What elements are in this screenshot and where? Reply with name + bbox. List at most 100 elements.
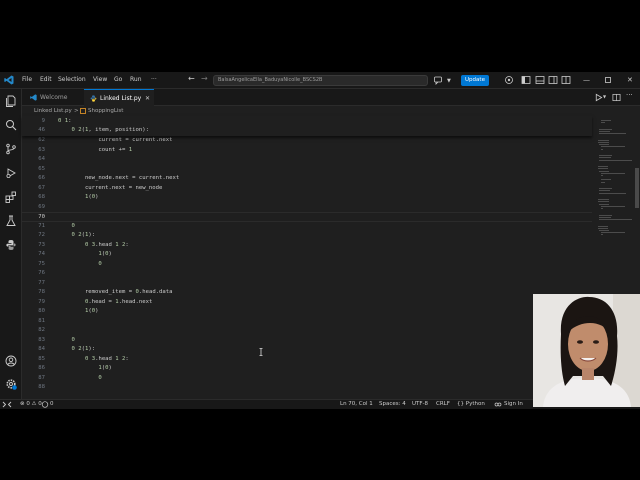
code-line[interactable]: 70 [22,212,592,222]
toggle-primary-sidebar-icon[interactable] [521,75,531,85]
code-line[interactable]: 82 [22,326,592,336]
customize-layout-icon[interactable] [561,75,571,85]
settings-gear-icon[interactable] [5,378,17,390]
code-line[interactable]: 75 0 [22,260,592,270]
code-line[interactable]: 46 0 2(1, item, position): [22,126,592,136]
breadcrumb-file[interactable]: Linked List.py [34,106,72,116]
toggle-panel-icon[interactable] [535,75,545,85]
menu-edit[interactable]: Edit [40,74,52,86]
code-text[interactable]: 0 [58,336,74,346]
code-line[interactable]: 85 0 3.head 1 2: [22,355,592,365]
code-text[interactable]: count += 1 [58,146,132,156]
close-icon[interactable]: ✕ [627,74,633,86]
update-button[interactable]: Update [461,75,489,86]
code-text[interactable]: 0 1: [58,117,72,127]
command-center-search[interactable]: BalsaAngelicaElla_BaduyaNicolle_BSCS2B [213,75,428,86]
code-text[interactable]: 0 [58,374,101,384]
code-line[interactable]: 62 current = current.next [22,136,592,146]
code-text[interactable]: 0 3.head 1 2: [58,241,129,251]
code-text[interactable]: 1(0) [58,307,99,317]
maximize-icon[interactable] [603,75,613,85]
code-line[interactable]: 84 0 2(1): [22,345,592,355]
code-text[interactable]: 0 2(1, item, position): [58,126,149,136]
code-text[interactable]: 0.head = 1.head.next [58,298,152,308]
code-line[interactable]: 67 current.next = new_node [22,184,592,194]
code-text[interactable]: current = current.next [58,136,172,146]
code-line[interactable]: 68 1(0) [22,193,592,203]
run-python-file-icon[interactable] [594,93,603,102]
minimize-icon[interactable]: — [583,74,590,86]
scrollbar-thumb[interactable] [635,168,639,208]
code-line[interactable]: 63 count += 1 [22,146,592,156]
code-line[interactable]: 9 0 1: [22,117,592,127]
code-line[interactable]: 73 0 3.head 1 2: [22,241,592,251]
code-line[interactable]: 71 0 [22,222,592,232]
account-icon[interactable] [5,355,17,367]
accounts-icon[interactable] [504,75,514,85]
tab-welcome[interactable]: Welcome [22,89,84,106]
menu-go[interactable]: Go [114,74,122,86]
close-tab-icon[interactable]: ✕ [145,90,150,107]
copilot-chat-icon[interactable] [433,75,443,85]
code-text[interactable]: new_node.next = current.next [58,174,179,184]
code-line[interactable]: 77 [22,279,592,289]
run-dropdown-chevron-icon[interactable]: ▼ [603,94,606,99]
split-editor-icon[interactable] [612,93,621,102]
code-text[interactable]: 0 2(1): [58,345,95,355]
code-line[interactable]: 86 1(0) [22,364,592,374]
menu-selection[interactable]: Selection [58,74,86,86]
forward-arrow-icon[interactable]: → [201,73,208,85]
code-line[interactable]: 65 [22,165,592,175]
code-line[interactable]: 72 0 2(1): [22,231,592,241]
menu-view[interactable]: View [93,74,107,86]
more-actions-icon[interactable]: ··· [626,91,633,99]
testing-icon[interactable] [5,215,17,227]
code-text[interactable]: 0 [58,260,101,270]
code-text[interactable]: 0 2(1): [58,231,95,241]
cursor-position[interactable]: Ln 70, Col 1 [340,400,373,409]
code-text[interactable]: 1(0) [58,193,99,203]
remote-indicator-icon[interactable] [0,400,14,409]
code-line[interactable]: 79 0.head = 1.head.next [22,298,592,308]
code-text[interactable]: removed_item = 0.head.data [58,288,173,298]
search-icon[interactable] [5,119,17,131]
menu-more[interactable]: ··· [151,74,157,86]
code-line[interactable]: 64 [22,155,592,165]
code-line[interactable]: 88 [22,383,592,393]
code-editor[interactable]: 62 current = current.next 63 count += 1 64… [22,116,592,399]
chevron-down-icon[interactable]: ▼ [447,75,451,87]
menu-run[interactable]: Run [130,74,142,86]
code-text[interactable]: current.next = new_node [58,184,162,194]
end-of-line[interactable]: CRLF [436,400,450,409]
tab-linked-list-py[interactable]: Linked List.py ✕ [84,89,154,106]
code-line[interactable]: 78 removed_item = 0.head.data [22,288,592,298]
code-line[interactable]: 83 0 [22,336,592,346]
breadcrumb-symbol[interactable]: ShoppingList [88,106,123,116]
code-text[interactable]: 1(0) [58,250,112,260]
explorer-icon[interactable] [5,95,17,107]
code-line[interactable]: 69 [22,203,592,213]
code-line[interactable]: 81 [22,317,592,327]
encoding[interactable]: UTF-8 [412,400,428,409]
back-arrow-icon[interactable]: ← [188,73,195,85]
toggle-secondary-sidebar-icon[interactable] [548,75,558,85]
problems-indicator[interactable]: ⊗ 0 ⚠ 0 [20,400,42,409]
source-control-icon[interactable] [5,143,17,155]
code-line[interactable]: 66 new_node.next = current.next [22,174,592,184]
run-and-debug-icon[interactable] [5,167,17,179]
indentation[interactable]: Spaces: 4 [379,400,406,409]
code-line[interactable]: 87 0 [22,374,592,384]
code-line[interactable]: 74 1(0) [22,250,592,260]
python-icon[interactable] [5,239,17,251]
code-text[interactable]: 1(0) [58,364,112,374]
sign-in-status[interactable]: Sign In [504,400,523,409]
ports-count[interactable]: 0 [50,400,54,409]
code-text[interactable]: 0 3.head 1 2: [58,355,129,365]
code-text[interactable]: 0 [58,222,74,232]
code-line[interactable]: 80 1(0) [22,307,592,317]
sticky-scroll-header[interactable]: 90 1: 46 0 2(1, item, position): [22,116,592,136]
menu-file[interactable]: File [22,74,32,86]
extensions-icon[interactable] [5,191,17,203]
language-mode[interactable]: {} Python [457,400,485,409]
code-line[interactable]: 76 [22,269,592,279]
